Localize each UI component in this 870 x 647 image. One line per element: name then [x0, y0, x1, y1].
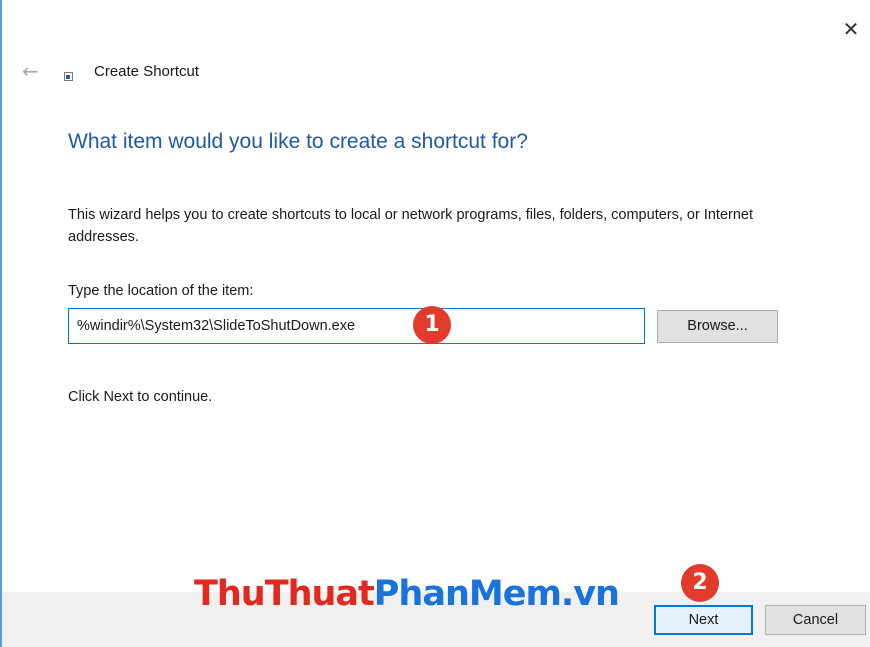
window-title: Create Shortcut [94, 63, 200, 80]
watermark-part-1: ThuThuat [194, 574, 375, 614]
watermark-part-2: PhanMem [373, 574, 562, 614]
create-shortcut-window: ✕ ← Create Shortcut What item would you … [0, 0, 870, 647]
shortcut-icon [64, 72, 73, 81]
browse-button[interactable]: Browse... [657, 310, 778, 343]
close-button[interactable]: ✕ [836, 12, 866, 46]
step-1-badge: 1 [413, 306, 451, 344]
location-field-label: Type the location of the item: [68, 283, 254, 299]
step-2-badge: 2 [681, 564, 719, 602]
wizard-heading: What item would you like to create a sho… [68, 130, 528, 153]
back-arrow-icon[interactable]: ← [22, 59, 39, 83]
close-icon[interactable]: ✕ [843, 17, 860, 41]
watermark-part-3: .vn [560, 574, 620, 614]
wizard-description: This wizard helps you to create shortcut… [68, 207, 754, 245]
cancel-button[interactable]: Cancel [765, 605, 866, 635]
watermark-logo: ThuThuatPhanMem.vn [194, 574, 620, 614]
continue-instruction: Click Next to continue. [68, 389, 213, 405]
next-button[interactable]: Next [654, 605, 753, 635]
location-input[interactable] [68, 308, 645, 344]
back-button[interactable]: ← [22, 59, 39, 83]
